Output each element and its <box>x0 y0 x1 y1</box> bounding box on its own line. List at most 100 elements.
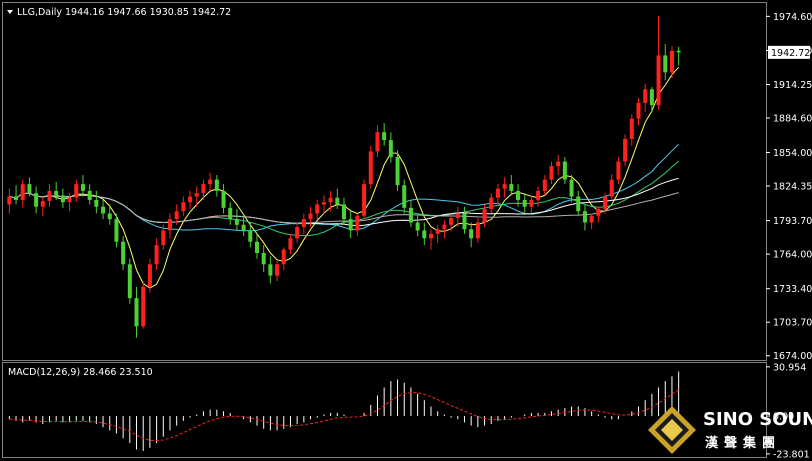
candle-body <box>221 190 226 208</box>
candle-body <box>582 211 587 223</box>
candle-body <box>228 207 233 220</box>
price-tick-label: 1884.60 <box>773 113 812 124</box>
ohlc-label: 1944.16 1947.66 1930.85 1942.72 <box>65 7 231 18</box>
candle-body <box>676 50 681 53</box>
candle-body <box>495 188 500 198</box>
candle-body <box>643 89 648 103</box>
candle-body <box>201 184 206 194</box>
candle-body <box>522 199 527 207</box>
candle-body <box>54 190 59 196</box>
candle-body <box>596 208 601 216</box>
candle-body <box>254 241 259 253</box>
candle-body <box>536 190 541 200</box>
candle-body <box>502 184 507 189</box>
candle-body <box>489 197 494 209</box>
price-tick-label: 1974.60 <box>773 12 812 23</box>
candle-body <box>308 213 313 220</box>
candle-body <box>562 161 567 180</box>
candle-body <box>134 298 139 327</box>
candle-body <box>355 215 360 231</box>
candle-body <box>348 219 353 231</box>
chart-canvas: 1974.601944.301914.251884.601854.001824.… <box>0 0 812 461</box>
macd-tick-label: 30.954 <box>773 362 806 373</box>
candle-body <box>40 201 45 207</box>
candle-body <box>87 190 92 200</box>
candle-body <box>34 193 39 207</box>
candle-body <box>388 140 393 158</box>
candle-body <box>214 179 219 191</box>
price-tick-label: 1914.25 <box>773 80 812 91</box>
candle-body <box>114 219 119 242</box>
candle-body <box>241 224 246 231</box>
candle-body <box>194 193 199 197</box>
price-tick-label: 1733.40 <box>773 284 812 295</box>
candle-body <box>402 185 407 208</box>
candle-body <box>469 229 474 239</box>
candle-body <box>475 222 480 239</box>
candle-body <box>107 213 112 220</box>
candle-body <box>429 233 434 239</box>
candle-body <box>301 219 306 228</box>
candle-body <box>341 204 347 220</box>
candle-body <box>14 196 19 200</box>
candle-body <box>375 132 380 152</box>
candle-body <box>167 219 172 231</box>
candle-body <box>47 190 52 202</box>
candle-body <box>27 184 32 194</box>
candle-body <box>80 184 85 191</box>
candle-body <box>67 197 72 203</box>
brand-name-zh: 漢聲集團 <box>705 435 781 451</box>
candle-body <box>127 264 132 299</box>
candle-body <box>482 208 487 223</box>
candle-body <box>542 179 547 191</box>
candle-body <box>188 196 193 203</box>
candle-body <box>234 219 239 225</box>
candle-body <box>449 218 454 225</box>
candle-body <box>154 245 159 265</box>
candle-body <box>509 184 514 191</box>
candle-body <box>382 132 387 141</box>
brand-name-en: SINO SOUND <box>703 409 812 430</box>
price-tick-label: 1703.70 <box>773 318 812 329</box>
candle-body <box>649 89 654 106</box>
candle-body <box>7 196 12 205</box>
candle-body <box>94 199 99 207</box>
candle-body <box>181 202 186 212</box>
candle-body <box>663 55 668 73</box>
candle-body <box>576 196 581 212</box>
candle-body <box>516 190 521 200</box>
candle-body <box>556 161 561 167</box>
candle-body <box>656 55 661 106</box>
candle-body <box>616 161 621 180</box>
macd-label: MACD(12,26,9) 28.466 23.510 <box>8 367 153 378</box>
candle-body <box>288 238 293 250</box>
candle-body <box>569 179 574 197</box>
candle-body <box>589 215 594 223</box>
candle-body <box>335 197 340 205</box>
price-tick-label: 1674.00 <box>773 351 812 362</box>
symbol-label: LLG,Daily <box>17 7 62 18</box>
candle-body <box>442 224 447 230</box>
candle-body <box>248 230 253 242</box>
candle-body <box>609 179 614 197</box>
candle-body <box>669 50 674 73</box>
last-price-label: 1942.72 <box>771 48 810 59</box>
last-price-marker: 1942.72 <box>768 45 810 59</box>
candle-body <box>261 253 266 265</box>
candle-body <box>636 102 641 119</box>
price-tick-label: 1764.00 <box>773 250 812 261</box>
candle-body <box>603 196 608 209</box>
candle-body <box>20 184 25 200</box>
candle-body <box>174 211 179 220</box>
candle-body <box>368 151 373 185</box>
candle-body <box>208 179 213 185</box>
candle-body <box>295 227 300 239</box>
candle-body <box>60 195 65 203</box>
candle-body <box>315 204 320 214</box>
candle-body <box>321 202 326 205</box>
candle-body <box>462 213 467 230</box>
price-tick-label: 1793.70 <box>773 216 812 227</box>
candle-body <box>455 213 460 218</box>
candle-body <box>415 222 420 231</box>
candle-body <box>281 249 286 265</box>
